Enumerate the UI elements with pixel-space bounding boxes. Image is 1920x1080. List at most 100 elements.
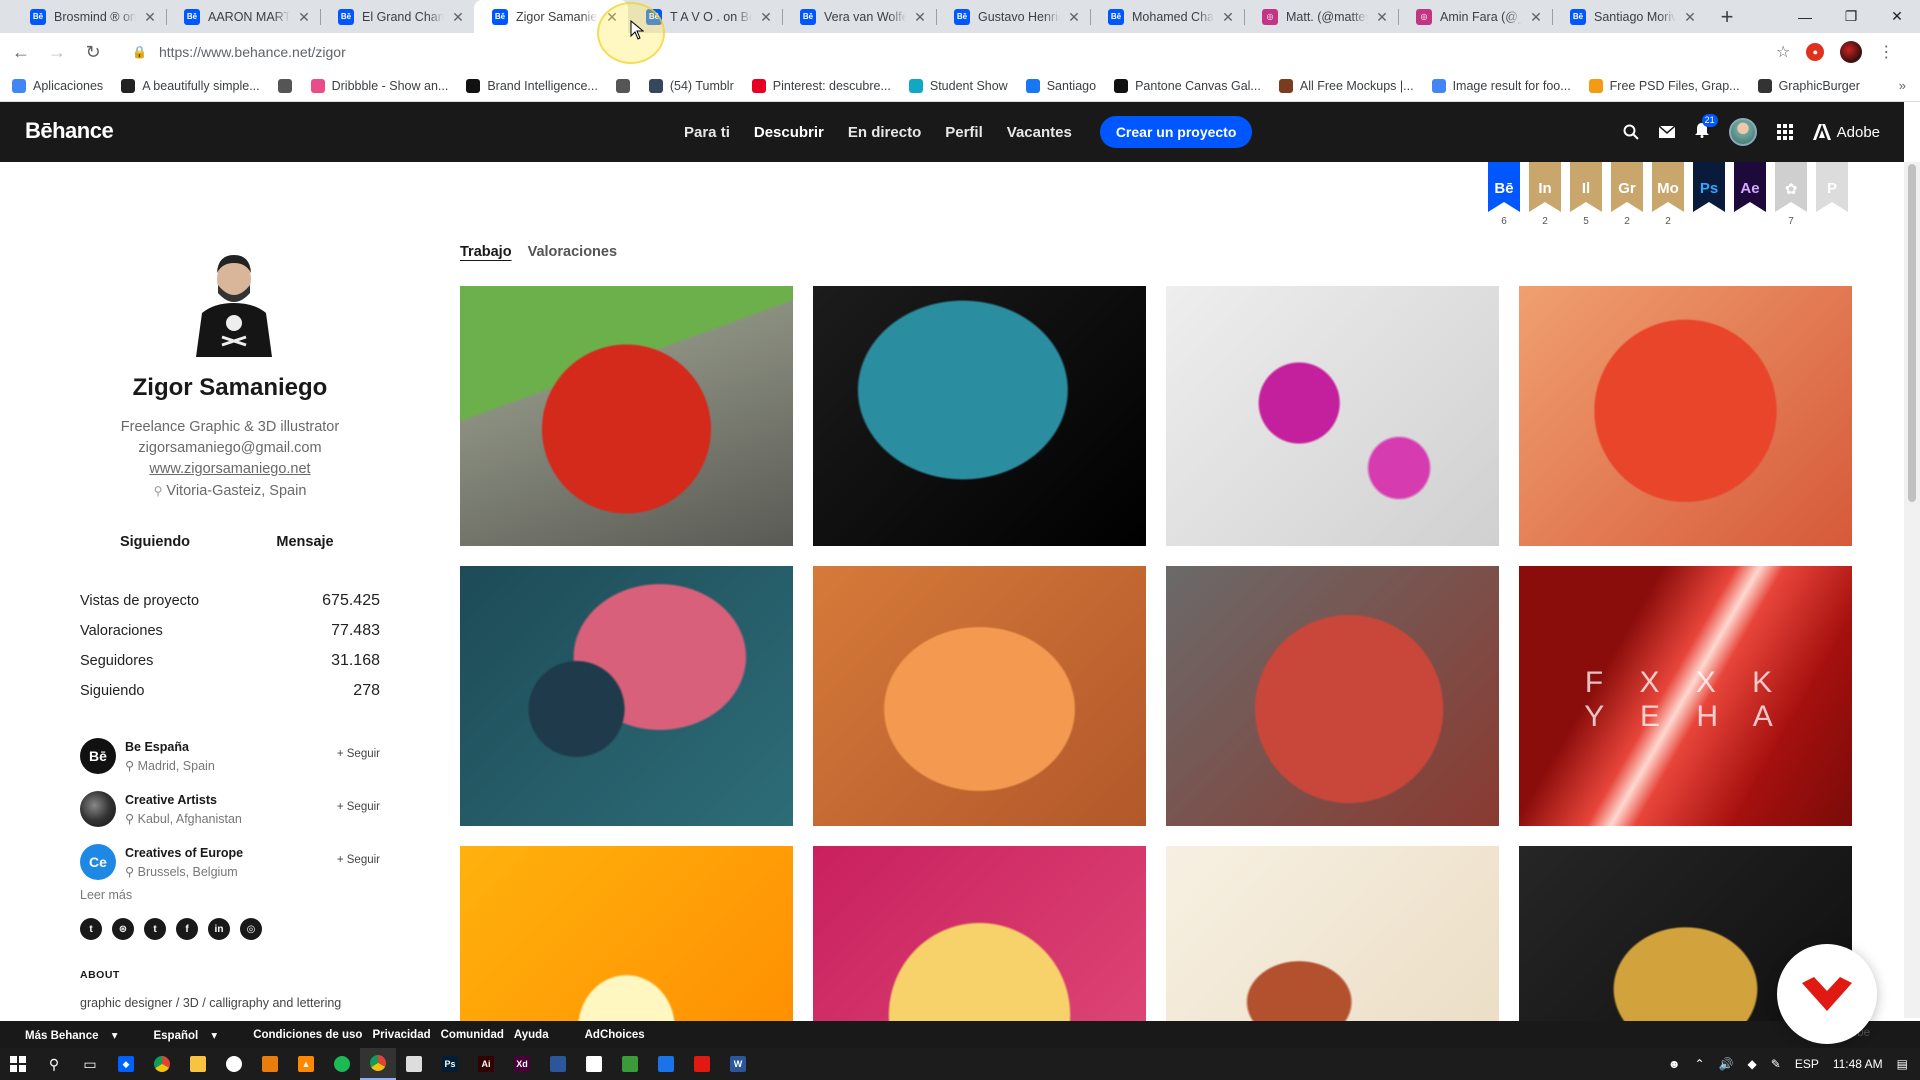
nav-item[interactable]: Vacantes [1007,124,1072,141]
new-tab-button[interactable]: + [1712,0,1742,33]
privacy-link[interactable]: Privacidad [372,1029,430,1041]
tab-close-icon[interactable]: ✕ [1528,9,1544,25]
language-menu[interactable]: Español ▾ [153,1028,217,1042]
bookmark-item[interactable]: Free PSD Files, Grap... [1588,79,1740,93]
app-icon[interactable] [612,1048,648,1080]
page-scrollbar[interactable] [1904,162,1920,1018]
create-project-button[interactable]: Crear un proyecto [1099,116,1253,148]
team-logo[interactable] [80,791,116,827]
pen-icon[interactable]: ✎ [1771,1057,1781,1071]
maximize-icon[interactable]: ❐ [1828,0,1874,33]
browser-tab[interactable]: Bē Gustavo Henriqu ✕ [936,0,1090,33]
badge-ribbon[interactable]: Bē 6 [1488,162,1520,228]
bookmark-item[interactable]: Santiago [1025,79,1096,93]
team-name[interactable]: Creative Artists [125,793,217,807]
dribbble-icon[interactable]: ⊛ [112,918,134,940]
message-button[interactable]: Mensaje [230,534,380,550]
file-explorer-icon[interactable] [180,1048,216,1080]
tab-close-icon[interactable]: ✕ [450,9,466,25]
address-bar[interactable]: 🔒 https://www.behance.net/zigor [118,37,1764,67]
terms-link[interactable]: Condiciones de uso [253,1029,362,1041]
language-indicator[interactable]: ESP [1795,1057,1819,1071]
badge-ribbon[interactable]: Mo 2 [1652,162,1684,228]
facebook-icon[interactable]: f [176,918,198,940]
mail-icon[interactable] [1658,126,1675,138]
forward-icon[interactable]: → [42,37,72,67]
search-taskbar-icon[interactable]: ⚲ [36,1048,72,1080]
linkedin-icon[interactable]: in [208,918,230,940]
tray-up-icon[interactable]: ⌃ [1695,1057,1705,1071]
project-thumbnail[interactable] [1519,286,1852,546]
feedback-fab[interactable] [1777,944,1877,1044]
project-thumbnail[interactable] [460,286,793,546]
badge-ribbon[interactable]: P [1816,162,1848,228]
illustrator-icon[interactable]: Ai [468,1048,504,1080]
nav-item[interactable]: Perfil [945,124,983,141]
project-thumbnail[interactable] [460,566,793,826]
bookmark-item[interactable]: Aplicaciones [12,79,103,93]
tab-close-icon[interactable]: ✕ [1220,9,1236,25]
browser-tab[interactable]: Bē Brosmind ® on ✕ [12,0,166,33]
help-link[interactable]: Ayuda [514,1029,549,1041]
app-icon[interactable] [396,1048,432,1080]
nav-item[interactable]: Para ti [684,124,730,141]
badge-ribbon[interactable]: Ae [1734,162,1766,228]
search-icon[interactable] [1623,124,1639,140]
tab-close-icon[interactable]: ✕ [912,9,928,25]
tab-close-icon[interactable]: ✕ [1374,9,1390,25]
app-icon[interactable] [576,1048,612,1080]
tab-close-icon[interactable]: ✕ [1066,9,1082,25]
profile-icon[interactable] [1840,41,1863,63]
nav-item[interactable]: Descubrir [754,124,824,141]
browser-tab[interactable]: Bē Vera van Wolfere ✕ [782,0,936,33]
xd-icon[interactable]: Xd [504,1048,540,1080]
badge-ribbon[interactable]: ✿ 7 [1775,162,1807,228]
browser-tab[interactable]: Bē El Grand Chama ✕ [320,0,474,33]
dropbox-app-icon[interactable]: ◆ [108,1048,144,1080]
bookmark-item[interactable]: Pantone Canvas Gal... [1114,79,1261,93]
team-name[interactable]: Creatives of Europe [125,846,243,860]
behance-logo[interactable]: Bēhance [25,118,114,144]
windows-start-icon[interactable] [0,1048,36,1080]
scrollbar-thumb[interactable] [1908,164,1916,502]
bookmark-item[interactable]: Brand Intelligence... [466,79,598,93]
instagram-icon[interactable]: ◎ [240,918,262,940]
clock[interactable]: 11:48 AM [1833,1057,1883,1071]
following-button[interactable]: Siguiendo [80,534,230,550]
team-logo[interactable]: Bē [80,738,116,774]
bookmark-item[interactable]: Pinterest: descubre... [751,79,891,93]
menu-icon[interactable]: ⋮ [1878,42,1894,62]
notifications-button[interactable]: 21 [1694,113,1718,143]
bookmark-item[interactable] [615,79,637,93]
acrobat-icon[interactable] [684,1048,720,1080]
blender-icon[interactable] [252,1048,288,1080]
team-name[interactable]: Be España [125,740,189,754]
project-thumbnail[interactable] [813,566,1146,826]
tab-close-icon[interactable]: ✕ [758,9,774,25]
chrome-app-icon[interactable] [144,1048,180,1080]
people-icon[interactable]: ☻ [1668,1057,1681,1071]
adobe-link[interactable]: Adobe [1812,124,1880,141]
bookmark-item[interactable]: Image result for foo... [1431,79,1571,93]
star-icon[interactable]: ☆ [1776,42,1790,62]
browser-tab[interactable]: Bē Santiago Moriv ✕ [1552,0,1706,33]
team-follow-button[interactable]: + Seguir [337,748,380,760]
bookmark-item[interactable]: All Free Mockups |... [1278,79,1414,93]
badge-ribbon[interactable]: Gr 2 [1611,162,1643,228]
bookmark-item[interactable]: GraphicBurger [1757,79,1860,93]
team-follow-button[interactable]: + Seguir [337,801,380,813]
tab-close-icon[interactable]: ✕ [142,9,158,25]
bookmark-item[interactable]: (54) Tumblr [648,79,734,93]
team-follow-button[interactable]: + Seguir [337,854,380,866]
dropbox-icon[interactable]: ◆ [1748,1057,1757,1071]
tumblr-icon[interactable]: t [144,918,166,940]
project-thumbnail[interactable]: F X X KY E H A [1519,566,1852,826]
twitter-icon[interactable]: t [80,918,102,940]
badge-ribbon[interactable]: In 2 [1529,162,1561,228]
community-link[interactable]: Comunidad [441,1029,504,1041]
team-logo[interactable]: Ce [80,844,116,880]
back-icon[interactable]: ← [6,37,36,67]
vlc-icon[interactable]: ▲ [288,1048,324,1080]
bookmark-item[interactable]: Dribbble - Show an... [310,79,448,93]
tab-close-icon[interactable]: ✕ [296,9,312,25]
